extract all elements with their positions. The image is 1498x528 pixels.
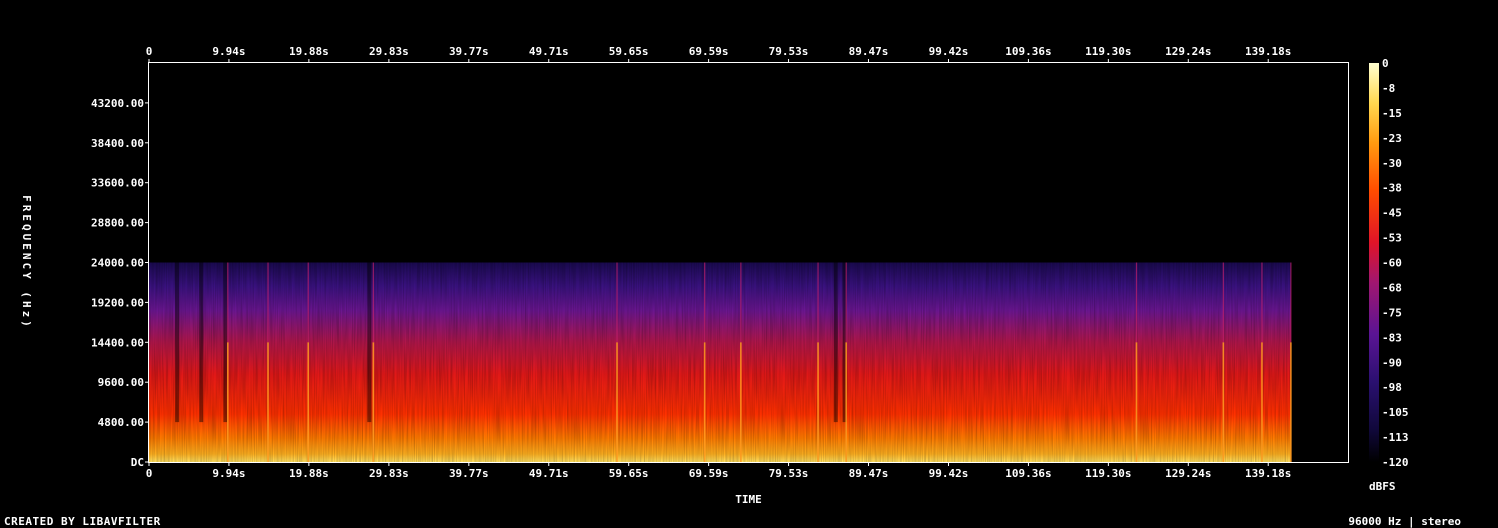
- transient-streak: [1261, 342, 1263, 462]
- y-tick-label: 24000.00: [91, 257, 144, 270]
- transient-streak: [227, 342, 229, 462]
- x-tick-label-top: 109.36s: [1005, 45, 1051, 58]
- x-tick-label-top: 49.71s: [529, 45, 569, 58]
- colorbar-ticks: 0 -8 -15 -23 -30 -38 -45 -53 -60 -68 -75 -83 -90 -98 -…: [1382, 57, 1409, 469]
- x-tick-label-bottom: 79.53s: [769, 467, 809, 480]
- x-tick-label-top: 19.88s: [289, 45, 329, 58]
- y-tick-label: 9600.00: [98, 376, 144, 389]
- x-axis-label: TIME: [735, 493, 762, 506]
- transient-streak: [267, 342, 269, 462]
- x-tick-label-bottom: 49.71s: [529, 467, 569, 480]
- y-axis-label: FREQUENCY (Hz): [20, 195, 33, 330]
- x-tick-label-top: 0: [146, 45, 153, 58]
- colorbar-tick-label: -53: [1382, 232, 1402, 245]
- colorbar-tick-label: -8: [1382, 82, 1395, 95]
- colorbar-tick-label: -90: [1382, 356, 1402, 369]
- x-tick-label-bottom: 109.36s: [1005, 467, 1051, 480]
- transient-streak-top: [372, 262, 374, 343]
- transient-streak-top: [1261, 262, 1263, 343]
- colorbar-tick-label: -120: [1382, 456, 1409, 469]
- transient-streak-top: [1135, 262, 1138, 343]
- transient-streak-top: [845, 262, 847, 343]
- x-tick-label-bottom: 139.18s: [1245, 467, 1291, 480]
- transient-streak: [817, 342, 819, 462]
- x-tick-label-bottom: 19.88s: [289, 467, 329, 480]
- colorbar: [1369, 63, 1379, 462]
- colorbar-tick-label: -68: [1382, 281, 1402, 294]
- y-tick-label: 33600.00: [91, 177, 144, 190]
- x-tick-label-top: 79.53s: [769, 45, 809, 58]
- credit-text: CREATED BY LIBAVFILTER: [4, 515, 161, 528]
- x-tick-label-bottom: 29.83s: [369, 467, 409, 480]
- colorbar-tick-label: -38: [1382, 182, 1402, 195]
- transient-streak-top: [616, 262, 618, 343]
- colorbar-tick-label: -113: [1382, 431, 1409, 444]
- colorbar-tick-label: -60: [1382, 257, 1402, 270]
- x-tick-label-top: 119.30s: [1085, 45, 1131, 58]
- x-axis-bottom: 0 9.94s 19.88s 29.83s 39.77s 49.71s 59.65s 69.5…: [146, 462, 1291, 480]
- transient-streak: [616, 342, 618, 462]
- x-tick-label-top: 89.47s: [849, 45, 889, 58]
- x-tick-label-bottom: 119.30s: [1085, 467, 1131, 480]
- x-tick-label-bottom: 9.94s: [212, 467, 245, 480]
- x-tick-label-bottom: 99.42s: [929, 467, 969, 480]
- transient-streak-top: [307, 262, 309, 343]
- colorbar-tick-label: -23: [1382, 132, 1402, 145]
- colorbar-tick-label: -105: [1382, 406, 1409, 419]
- x-tick-label-bottom: 39.77s: [449, 467, 489, 480]
- transient-streak: [1135, 342, 1138, 462]
- spectrogram-chart: 0 9.94s 19.88s 29.83s 39.77s 49.71s 59.65s 69.5…: [20, 45, 1409, 506]
- x-tick-label-top: 59.65s: [609, 45, 649, 58]
- x-tick-label-top: 69.59s: [689, 45, 729, 58]
- transient-streak-top: [1290, 262, 1292, 343]
- transient-streak-top: [704, 262, 706, 343]
- x-tick-label-top: 139.18s: [1245, 45, 1291, 58]
- transient-streak: [703, 342, 706, 462]
- transient-streak: [1290, 342, 1292, 462]
- transient-streak-top: [817, 262, 819, 343]
- y-tick-label: DC: [131, 456, 144, 469]
- colorbar-tick-label: -98: [1382, 381, 1402, 394]
- spectrogram-texture: [149, 63, 1291, 462]
- colorbar-tick-label: -15: [1382, 107, 1402, 120]
- colorbar-tick-label: -75: [1382, 306, 1402, 319]
- x-tick-label-bottom: 129.24s: [1165, 467, 1211, 480]
- y-tick-label: 19200.00: [91, 296, 144, 309]
- x-tick-label-top: 129.24s: [1165, 45, 1211, 58]
- x-axis-top: 0 9.94s 19.88s 29.83s 39.77s 49.71s 59.65s 69.5…: [146, 45, 1291, 63]
- colorbar-tick-label: -83: [1382, 331, 1402, 344]
- stream-info: 96000 Hz | stereo: [1348, 515, 1461, 528]
- transient-streak-top: [227, 262, 229, 343]
- y-tick-label: 14400.00: [91, 336, 144, 349]
- x-tick-label-bottom: 59.65s: [609, 467, 649, 480]
- x-tick-label-bottom: 89.47s: [849, 467, 889, 480]
- y-tick-label: 28800.00: [91, 217, 144, 230]
- transient-streak: [372, 342, 375, 462]
- y-tick-label: 38400.00: [91, 137, 144, 150]
- x-tick-label-top: 29.83s: [369, 45, 409, 58]
- transient-streak: [1222, 342, 1225, 462]
- colorbar-label: dBFS: [1369, 480, 1396, 493]
- x-tick-label-bottom: 69.59s: [689, 467, 729, 480]
- plot-area: [149, 63, 1348, 462]
- x-tick-label-bottom: 0: [146, 467, 153, 480]
- colorbar-tick-label: -30: [1382, 157, 1402, 170]
- x-tick-label-top: 99.42s: [929, 45, 969, 58]
- colorbar-tick-label: -45: [1382, 207, 1402, 220]
- y-tick-label: 43200.00: [91, 97, 144, 110]
- y-axis: DC 4800.00 9600.00 14400.00 19200.00 24000.00…: [91, 97, 149, 469]
- transient-streak: [845, 342, 848, 462]
- transient-streak-top: [1222, 262, 1224, 343]
- transient-streak-top: [267, 262, 269, 343]
- transient-streak: [740, 342, 742, 462]
- x-tick-label-top: 39.77s: [449, 45, 489, 58]
- y-tick-label: 4800.00: [98, 416, 144, 429]
- x-tick-label-top: 9.94s: [212, 45, 245, 58]
- transient-streak: [307, 342, 310, 462]
- colorbar-tick-label: 0: [1382, 57, 1389, 70]
- transient-streak-top: [740, 262, 742, 343]
